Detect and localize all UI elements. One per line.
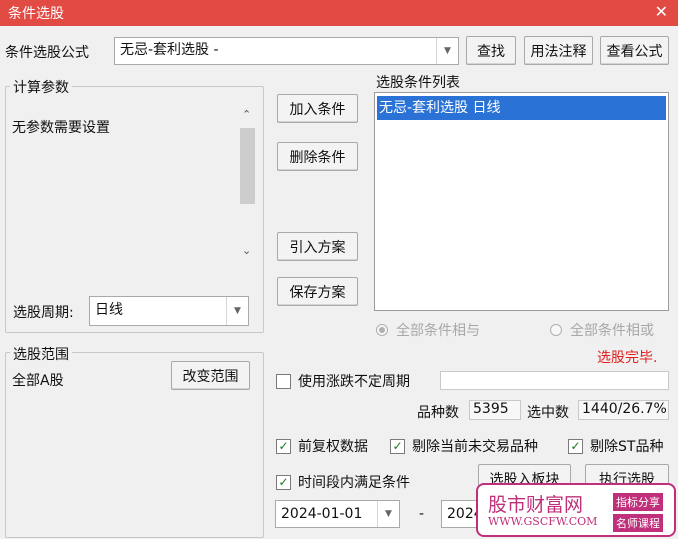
scrollbar-thumb[interactable] — [240, 128, 255, 204]
watermark-tag-2: 名师课程 — [613, 514, 663, 532]
time-range-checkbox[interactable]: ✓ — [276, 474, 291, 490]
remove-not-traded-option[interactable]: ✓ 剔除当前未交易品种 — [390, 436, 538, 456]
watermark-url: WWW.GSCFW.COM — [488, 515, 598, 528]
find-button[interactable]: 查找 — [466, 36, 516, 65]
radio-or-indicator[interactable] — [550, 324, 562, 336]
watermark-tag-1: 指标分享 — [613, 493, 663, 511]
time-range-label: 时间段内满足条件 — [298, 475, 410, 491]
params-text: 无参数需要设置 — [12, 120, 110, 136]
watermark-badge: 股市财富网 WWW.GSCFW.COM 指标分享 名师课程 — [476, 483, 676, 537]
formula-value: 无忌-套利选股 - — [120, 42, 219, 58]
import-plan-button[interactable]: 引入方案 — [277, 232, 358, 261]
unfixed-period-input[interactable] — [440, 371, 669, 390]
status-text: 选股完毕. — [597, 350, 658, 366]
radio-and[interactable]: 全部条件相与 — [376, 320, 480, 340]
window-title: 条件选股 — [8, 6, 64, 22]
remove-not-traded-checkbox[interactable]: ✓ — [390, 438, 405, 454]
conditions-label: 选股条件列表 — [376, 75, 460, 91]
radio-or[interactable]: 全部条件相或 — [550, 320, 654, 340]
date-from-picker[interactable]: 2024-01-01 ▼ — [275, 500, 400, 528]
time-range-option[interactable]: ✓ 时间段内满足条件 — [276, 472, 410, 492]
selected-field: 1440/26.7% — [578, 400, 669, 420]
chevron-down-icon[interactable]: ▼ — [226, 297, 248, 325]
save-plan-button[interactable]: 保存方案 — [277, 277, 358, 306]
radio-and-indicator[interactable] — [376, 324, 388, 336]
close-icon[interactable]: ✕ — [655, 2, 668, 21]
view-formula-button[interactable]: 查看公式 — [600, 36, 669, 65]
pre-adjust-option[interactable]: ✓ 前复权数据 — [276, 436, 368, 456]
remove-not-traded-label: 剔除当前未交易品种 — [412, 439, 538, 455]
watermark-site-name: 股市财富网 — [488, 494, 584, 516]
count-value: 5395 — [473, 401, 509, 417]
condition-item-label: 无忌-套利选股 日线 — [379, 100, 501, 116]
pre-adjust-label: 前复权数据 — [298, 439, 368, 455]
add-condition-button[interactable]: 加入条件 — [277, 94, 358, 123]
unfixed-period-checkbox[interactable] — [276, 373, 291, 389]
radio-or-label: 全部条件相或 — [570, 323, 654, 339]
list-item[interactable]: 无忌-套利选股 日线 — [377, 96, 666, 120]
change-scope-button[interactable]: 改变范围 — [171, 361, 250, 390]
count-field: 5395 — [469, 400, 521, 420]
date-separator: - — [419, 506, 425, 522]
period-label: 选股周期: — [13, 305, 74, 321]
chevron-down-icon[interactable]: ▼ — [377, 501, 399, 527]
selected-label: 选中数 — [527, 405, 569, 421]
remove-st-label: 剔除ST品种 — [590, 439, 664, 455]
params-scrollbar[interactable]: ⌃ ⌄ — [238, 106, 257, 266]
selected-value: 1440/26.7% — [582, 401, 667, 417]
scope-value: 全部A股 — [12, 373, 64, 389]
period-value: 日线 — [95, 302, 123, 318]
scroll-down-icon[interactable]: ⌄ — [242, 244, 251, 257]
remove-st-checkbox[interactable]: ✓ — [568, 438, 583, 454]
unfixed-period-option[interactable]: 使用涨跌不定周期 — [276, 371, 410, 391]
pre-adjust-checkbox[interactable]: ✓ — [276, 438, 291, 454]
title-bar: 条件选股 ✕ — [0, 0, 678, 26]
remove-st-option[interactable]: ✓ 剔除ST品种 — [568, 436, 663, 456]
params-group-label: 计算参数 — [10, 77, 72, 97]
date-from-value: 2024-01-01 — [281, 506, 363, 522]
chevron-down-icon[interactable]: ▼ — [436, 38, 458, 64]
formula-label: 条件选股公式 — [5, 45, 89, 61]
scroll-up-icon[interactable]: ⌃ — [242, 108, 251, 121]
delete-condition-button[interactable]: 删除条件 — [277, 142, 358, 171]
usage-notes-button[interactable]: 用法注释 — [524, 36, 593, 65]
scope-group-label: 选股范围 — [10, 344, 72, 364]
conditions-list[interactable]: 无忌-套利选股 日线 — [374, 92, 669, 311]
count-label: 品种数 — [417, 405, 459, 421]
period-select[interactable]: 日线 ▼ — [89, 296, 249, 326]
radio-and-label: 全部条件相与 — [396, 323, 480, 339]
formula-select[interactable]: 无忌-套利选股 - ▼ — [114, 37, 459, 65]
unfixed-period-label: 使用涨跌不定周期 — [298, 374, 410, 390]
